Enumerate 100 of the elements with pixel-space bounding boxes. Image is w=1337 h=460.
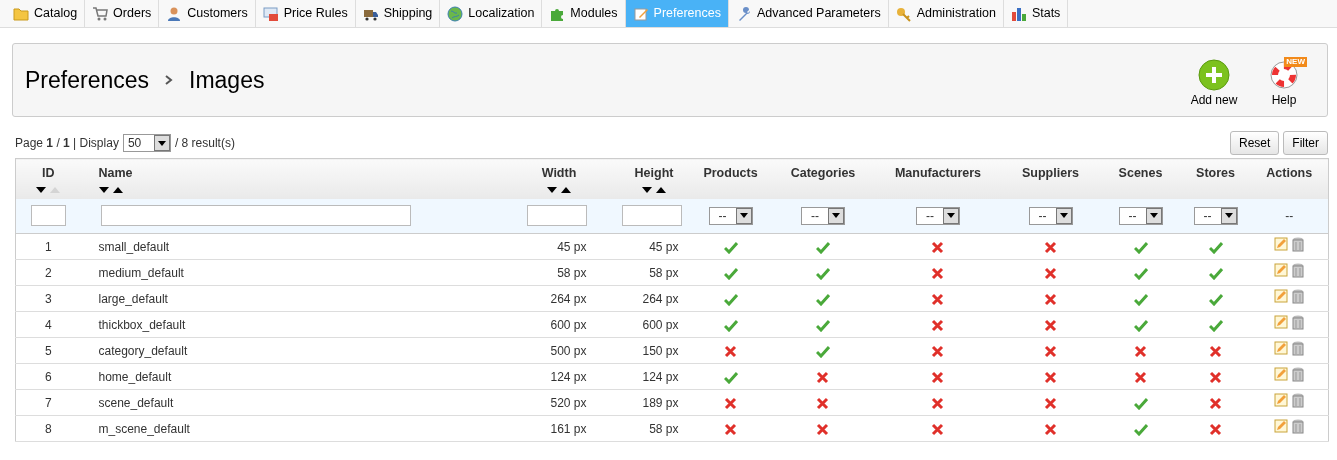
height-cell: 124 px: [642, 369, 679, 384]
toolbar-button[interactable]: NEW Help: [1253, 59, 1315, 109]
column-header: Stores: [1196, 165, 1235, 182]
column-header: Categories: [790, 165, 856, 182]
filter-select[interactable]: --: [801, 206, 845, 225]
id-cell: 4: [44, 317, 52, 332]
pencil-icon[interactable]: [1274, 367, 1289, 382]
name-cell: medium_default: [98, 265, 184, 280]
folder-icon: [13, 5, 29, 22]
trash-can-icon[interactable]: [1292, 418, 1305, 434]
filter-select[interactable]: --: [1028, 206, 1073, 225]
nav-tab[interactable]: Orders: [85, 0, 160, 27]
filter-field[interactable]: [100, 205, 411, 227]
new-badge: NEW: [1284, 57, 1307, 67]
column-header: Manufacturers: [894, 165, 982, 182]
height-cell: 45 px: [649, 239, 679, 254]
bar-chart-icon: [1010, 5, 1027, 22]
nav-tab[interactable]: Advanced Parameters: [729, 0, 889, 27]
id-cell: 7: [44, 395, 52, 410]
caret-down-icon: [157, 140, 166, 146]
id-cell: 6: [44, 369, 52, 384]
trash-can-icon[interactable]: [1292, 366, 1305, 382]
name-cell: small_default: [98, 239, 170, 254]
notepad-icon: [632, 5, 649, 22]
nav-tab[interactable]: Stats: [1003, 0, 1069, 27]
column-header: Width: [541, 164, 577, 193]
pencil-icon[interactable]: [1274, 263, 1289, 278]
column-header: Actions: [1266, 165, 1313, 182]
card-icon: [262, 5, 279, 22]
name-cell: m_scene_default: [98, 421, 190, 436]
filter-select[interactable]: --: [708, 206, 753, 225]
trash-can-icon[interactable]: [1292, 288, 1305, 304]
width-cell: 58 px: [557, 265, 587, 280]
chevron-icon: [165, 75, 173, 85]
column-header: Height: [634, 164, 674, 193]
filter-field[interactable]: [621, 205, 682, 227]
height-cell: 189 px: [642, 395, 679, 410]
column-header: Name: [98, 164, 133, 193]
key-icon: [895, 5, 912, 22]
caret-down-icon: [739, 213, 748, 219]
height-cell: 150 px: [642, 343, 679, 358]
breadcrumb-item: Images: [189, 65, 265, 95]
pencil-icon[interactable]: [1274, 393, 1289, 408]
name-cell: scene_default: [98, 395, 174, 410]
globe-icon: [447, 5, 464, 22]
trash-can-icon[interactable]: [1292, 314, 1305, 330]
nav-tab[interactable]: Localization: [440, 0, 543, 27]
caret-down-icon: [832, 213, 840, 219]
trash-can-icon[interactable]: [1292, 340, 1305, 356]
toolbar-button[interactable]: Add new: [1183, 59, 1245, 109]
person-icon: [166, 5, 183, 22]
height-cell: 600 px: [642, 317, 679, 332]
trash-can-icon[interactable]: [1292, 236, 1305, 252]
id-cell: 8: [44, 421, 52, 436]
width-cell: 520 px: [550, 395, 587, 410]
pencil-icon[interactable]: [1274, 419, 1289, 434]
pencil-icon[interactable]: [1274, 315, 1289, 330]
filter-select[interactable]: --: [1118, 206, 1163, 225]
pencil-icon[interactable]: [1274, 341, 1289, 356]
plus-circle-icon: [1198, 59, 1230, 91]
name-cell: category_default: [98, 343, 188, 358]
nav-tab[interactable]: Catalog: [6, 0, 86, 27]
caret-down-icon: [1059, 213, 1068, 219]
width-cell: 264 px: [550, 291, 587, 306]
name-cell: large_default: [98, 291, 168, 306]
column-header: Products: [703, 165, 758, 182]
caret-down-icon: [947, 213, 955, 219]
width-cell: 600 px: [550, 317, 587, 332]
name-cell: home_default: [98, 369, 172, 384]
cart-icon: [92, 5, 109, 22]
filter-select[interactable]: --: [1193, 206, 1238, 225]
filter-button[interactable]: Reset: [1229, 131, 1280, 155]
width-cell: 161 px: [550, 421, 587, 436]
column-header: Scenes: [1118, 165, 1163, 182]
id-cell: 2: [44, 265, 52, 280]
filter-select[interactable]: --: [916, 206, 960, 225]
per-page-select[interactable]: 50: [122, 134, 171, 152]
caret-down-icon: [1224, 213, 1233, 219]
column-header: Suppliers: [1022, 165, 1079, 182]
nav-tab[interactable]: Customers: [159, 0, 256, 27]
width-cell: 500 px: [550, 343, 587, 358]
height-cell: 264 px: [642, 291, 679, 306]
trash-can-icon[interactable]: [1292, 262, 1305, 278]
pagination-text: Page 1 / 1 | Display: [15, 135, 119, 152]
pencil-icon[interactable]: [1274, 289, 1289, 304]
pencil-icon[interactable]: [1274, 237, 1289, 252]
trash-can-icon[interactable]: [1292, 392, 1305, 408]
filter-field[interactable]: [526, 205, 587, 227]
nav-tab[interactable]: Price Rules: [255, 0, 356, 27]
filter-field[interactable]: [30, 205, 66, 227]
filter-button[interactable]: Filter: [1283, 131, 1328, 155]
nav-tab[interactable]: Administration: [888, 0, 1004, 27]
results-count: / 8 result(s): [174, 135, 235, 152]
empty-filter-text: --: [1285, 208, 1294, 223]
id-cell: 5: [44, 343, 52, 358]
nav-tab[interactable]: Modules: [542, 0, 626, 27]
breadcrumb-item: Preferences: [25, 65, 149, 95]
caret-down-icon: [1149, 213, 1158, 219]
nav-tab[interactable]: Shipping: [355, 0, 441, 27]
id-cell: 1: [44, 239, 52, 254]
